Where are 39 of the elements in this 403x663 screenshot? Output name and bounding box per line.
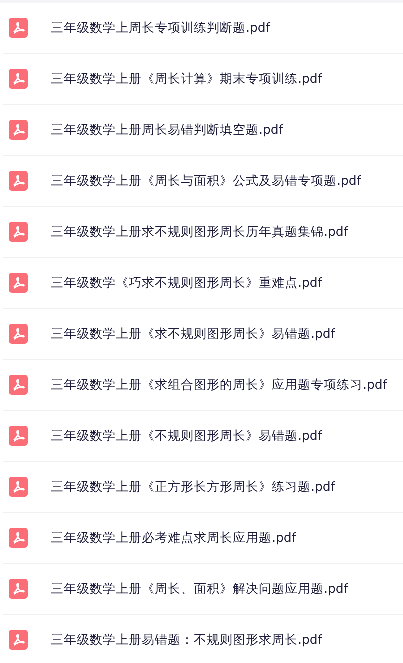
file-name: 三年级数学上册《正方形长方形周长》练习题.pdf: [51, 478, 336, 496]
pdf-file-icon: [9, 375, 28, 395]
pdf-file-icon: [9, 69, 28, 89]
file-name: 三年级数学上册求不规则图形周长历年真题集锦.pdf: [51, 224, 348, 240]
file-item[interactable]: 三年级数学上册《求组合图形的周长》应用题专项练习.pdf: [3, 360, 403, 411]
file-name: 三年级数学上册必考难点求周长应用题.pdf: [51, 530, 296, 546]
file-name: 三年级数学上册《不规则图形周长》易错题.pdf: [51, 428, 322, 444]
pdf-file-icon: [9, 273, 28, 293]
file-item[interactable]: 三年级数学上册周长易错判断填空题.pdf: [3, 105, 403, 156]
file-item[interactable]: 三年级数学上册易错题：不规则图形求周长.pdf: [3, 615, 403, 663]
pdf-file-icon: [9, 528, 28, 548]
pdf-file-icon: [9, 477, 28, 497]
file-item[interactable]: 三年级数学《巧求不规则图形周长》重难点.pdf: [3, 258, 403, 309]
file-name: 三年级数学上册《求组合图形的周长》应用题专项练习.pdf: [51, 376, 388, 394]
file-name: 三年级数学上册周长易错判断填空题.pdf: [51, 122, 284, 138]
file-item[interactable]: 三年级数学上周长专项训练判断题.pdf: [3, 3, 403, 54]
file-name: 三年级数学上册易错题：不规则图形求周长.pdf: [51, 632, 322, 648]
file-item[interactable]: 三年级数学上册《周长计算》期末专项训练.pdf: [3, 54, 403, 105]
pdf-file-icon: [9, 426, 28, 446]
file-name: 三年级数学上册《周长与面积》公式及易错专项题.pdf: [51, 172, 362, 190]
file-item[interactable]: 三年级数学上册《正方形长方形周长》练习题.pdf: [3, 462, 403, 513]
file-item[interactable]: 三年级数学上册《周长、面积》解决问题应用题.pdf: [3, 564, 403, 615]
pdf-file-icon: [9, 630, 28, 650]
file-item[interactable]: 三年级数学上册《周长与面积》公式及易错专项题.pdf: [3, 156, 403, 207]
pdf-file-icon: [9, 324, 28, 344]
file-name: 三年级数学上册《周长、面积》解决问题应用题.pdf: [51, 580, 348, 598]
pdf-file-icon: [9, 18, 28, 38]
file-item[interactable]: 三年级数学上册《不规则图形周长》易错题.pdf: [3, 411, 403, 462]
file-item[interactable]: 三年级数学上册《求不规则图形周长》易错题.pdf: [3, 309, 403, 360]
pdf-file-icon: [9, 120, 28, 140]
file-item[interactable]: 三年级数学上册必考难点求周长应用题.pdf: [3, 513, 403, 564]
pdf-file-icon: [9, 579, 28, 599]
file-name: 三年级数学上册《求不规则图形周长》易错题.pdf: [51, 326, 336, 342]
file-item[interactable]: 三年级数学上册求不规则图形周长历年真题集锦.pdf: [3, 207, 403, 258]
pdf-file-icon: [9, 171, 28, 191]
file-name: 三年级数学《巧求不规则图形周长》重难点.pdf: [51, 274, 322, 292]
pdf-file-icon: [9, 222, 28, 242]
file-name: 三年级数学上周长专项训练判断题.pdf: [51, 20, 270, 36]
file-name: 三年级数学上册《周长计算》期末专项训练.pdf: [51, 70, 322, 88]
